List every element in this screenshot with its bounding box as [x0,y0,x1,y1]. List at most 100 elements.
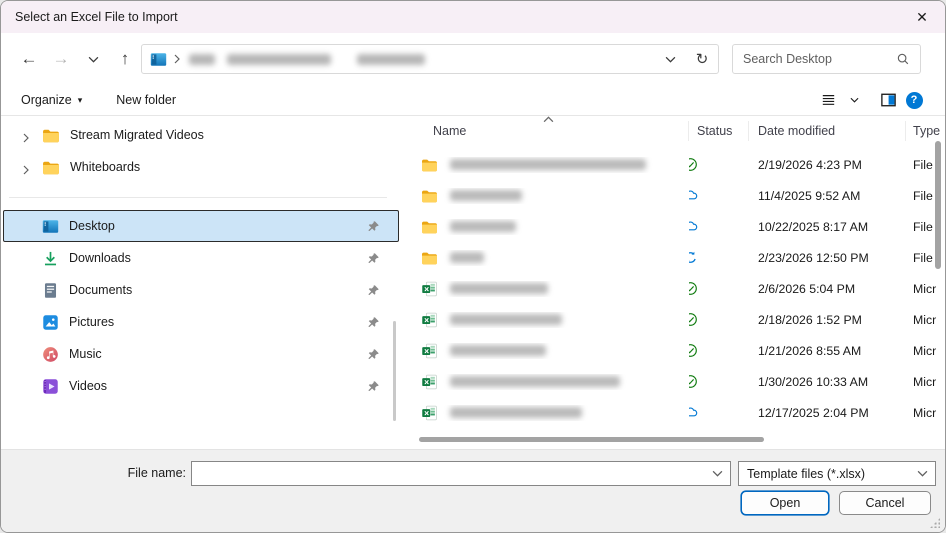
chevron-down-icon [665,56,676,63]
breadcrumb-segment-redacted[interactable] [357,53,425,65]
horizontal-scrollbar[interactable] [419,437,764,442]
status-cloud-only-icon [689,188,698,203]
file-row[interactable]: 1/21/2026 8:55 AM Micr [401,335,945,366]
folder-icon [42,160,60,175]
sidebar-item-label: Videos [69,379,107,393]
date-modified-value: 2/23/2026 12:50 PM [758,250,869,265]
file-name-input[interactable] [192,462,704,485]
up-icon: ↑ [120,49,130,68]
organize-button[interactable]: Organize ▾ [15,93,88,107]
expand-chevron-icon[interactable] [23,162,32,173]
sidebar-item-music[interactable]: Music [3,338,399,370]
toolbar: Organize ▾ New folder ? [1,85,945,116]
chevron-down-icon [88,56,99,63]
open-button[interactable]: Open [741,491,829,515]
preview-pane-icon [881,93,896,107]
tree-item-label: Stream Migrated Videos [70,128,204,142]
organize-label: Organize [21,93,72,107]
view-mode-dropdown[interactable] [841,88,867,112]
type-value: Micr [913,343,937,358]
resize-grip-icon[interactable] [930,518,940,528]
sidebar-item-videos[interactable]: Videos [3,370,399,402]
column-header-status[interactable]: Status [689,121,749,141]
cancel-button[interactable]: Cancel [839,491,931,515]
forward-button[interactable]: → [45,43,77,75]
file-row[interactable]: 1/30/2026 10:33 AM Micr [401,366,945,397]
preview-pane-button[interactable] [875,88,901,112]
address-dropdown-button[interactable] [654,45,686,73]
vertical-scrollbar[interactable] [935,141,941,269]
folder-icon [421,219,438,235]
back-button[interactable]: ← [13,43,45,75]
address-bar[interactable]: ↻ [141,44,719,74]
column-headers: Name Status Date modified Type [401,116,945,146]
expand-chevron-icon[interactable] [23,130,32,141]
sidebar-item-downloads[interactable]: Downloads [3,242,399,274]
desktop-icon [42,218,59,235]
footer-panel: File name: Template files (*.xlsx) Open … [1,449,945,532]
date-modified-value: 11/4/2025 9:52 AM [758,188,861,203]
column-header-date-modified[interactable]: Date modified [749,121,906,141]
search-icon [896,52,910,66]
cancel-button-label: Cancel [865,496,905,510]
file-row[interactable]: 2/18/2026 1:52 PM Micr [401,304,945,335]
desktop-icon [150,52,167,67]
excel-file-icon [421,312,438,328]
date-modified-value: 2/18/2026 1:52 PM [758,312,862,327]
sidebar-item-documents[interactable]: Documents [3,274,399,306]
date-modified-value: 12/17/2025 2:04 PM [758,405,869,420]
file-name-redacted [450,159,646,170]
file-name-redacted [450,252,484,263]
status-synced-icon [689,281,698,296]
status-synced-icon [689,157,698,172]
sidebar-item-label: Documents [69,283,133,297]
column-header-type[interactable]: Type [906,121,945,141]
sidebar-item-desktop[interactable]: Desktop [3,210,399,242]
pin-icon [367,284,380,297]
file-name-redacted [450,221,516,232]
navigation-bar: ← → ↑ ↻ Search Desktop [1,33,945,85]
list-view-icon [821,93,836,107]
status-synced-icon [689,343,698,358]
date-modified-value: 2/6/2026 5:04 PM [758,281,856,296]
date-modified-value: 2/19/2026 4:23 PM [758,157,862,172]
file-name-dropdown-button[interactable] [704,462,730,485]
date-modified-value: 10/22/2025 8:17 AM [758,219,869,234]
breadcrumb-segment-redacted[interactable] [227,53,331,65]
file-row[interactable]: 2/6/2026 5:04 PM Micr [401,273,945,304]
file-type-value: Template files (*.xlsx) [747,466,866,481]
sidebar-item-pictures[interactable]: Pictures [3,306,399,338]
file-row[interactable]: 2/19/2026 4:23 PM File f [401,149,945,180]
tree-item[interactable]: Whiteboards [1,151,401,183]
file-row[interactable]: 10/22/2025 8:17 AM File f [401,211,945,242]
column-header-name[interactable]: Name [401,121,689,141]
file-row[interactable]: 11/4/2025 9:52 AM File f [401,180,945,211]
breadcrumb-segment-redacted[interactable] [189,53,215,65]
close-button[interactable]: ✕ [899,1,945,33]
title-bar: Select an Excel File to Import ✕ [1,1,945,33]
folder-icon [421,188,438,204]
excel-file-icon [421,405,438,421]
file-row[interactable]: 2/23/2026 12:50 PM File f [401,242,945,273]
music-icon [42,346,59,363]
tree-item[interactable]: Stream Migrated Videos [1,119,401,151]
help-button[interactable]: ? [901,88,927,112]
downloads-icon [42,250,59,267]
sidebar-scrollbar[interactable] [393,321,396,421]
up-button[interactable]: ↑ [109,43,141,75]
recent-locations-button[interactable] [77,43,109,75]
tree-item-label: Whiteboards [70,160,141,174]
file-name-redacted [450,283,548,294]
file-row[interactable]: 12/17/2025 2:04 PM Micr [401,397,945,428]
type-value: Micr [913,374,937,389]
refresh-button[interactable]: ↻ [686,45,718,73]
new-folder-button[interactable]: New folder [110,93,182,107]
file-type-select[interactable]: Template files (*.xlsx) [738,461,936,486]
excel-file-icon [421,374,438,390]
file-dialog-window: Select an Excel File to Import ✕ ← → ↑ ↻… [0,0,946,533]
folder-icon [42,128,60,143]
excel-file-icon [421,281,438,297]
date-modified-value: 1/30/2026 10:33 AM [758,374,869,389]
view-mode-button[interactable] [815,88,841,112]
search-input[interactable]: Search Desktop [732,44,921,74]
